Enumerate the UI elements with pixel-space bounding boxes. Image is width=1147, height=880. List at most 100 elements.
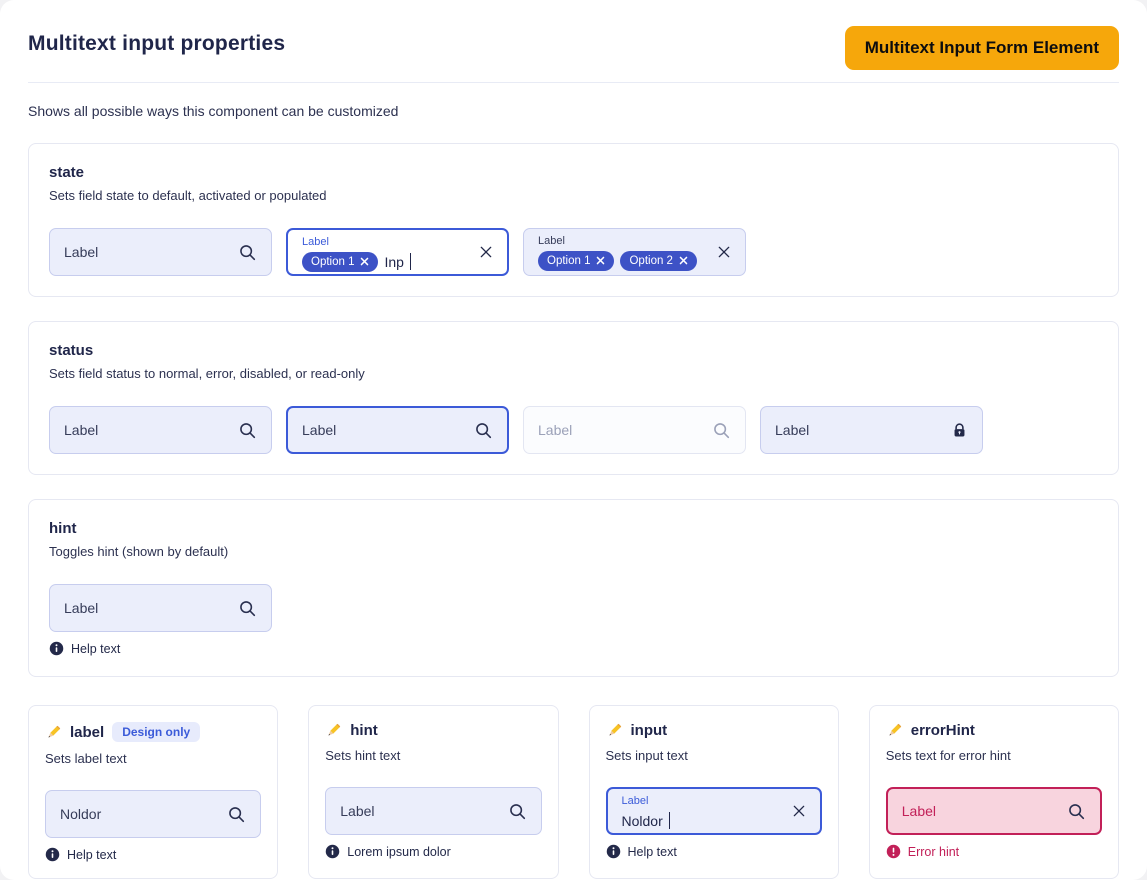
clear-icon[interactable] [478, 244, 494, 260]
info-icon [606, 844, 621, 859]
card-label: label Design only Sets label text Noldor… [28, 705, 278, 879]
field-label: Label [302, 422, 464, 438]
field-with-hint-wrapper: Label Help text [49, 584, 272, 656]
help-text-row: Help text [606, 844, 822, 859]
field-status-readonly: Label [760, 406, 983, 454]
field-state-default[interactable]: Label [49, 228, 272, 276]
card-title: hint [350, 722, 378, 739]
pencil-icon [606, 722, 623, 739]
field-status-focused[interactable]: Label [286, 406, 509, 454]
clear-icon[interactable] [716, 244, 732, 260]
field-card-label[interactable]: Noldor [45, 790, 261, 838]
card-description: Sets input text [606, 748, 822, 763]
field-label: Label [64, 600, 228, 616]
chip-option-1[interactable]: Option 1 [302, 252, 378, 272]
search-icon [238, 243, 257, 262]
field-hint-default[interactable]: Label [49, 584, 272, 632]
help-text-row: Lorem ipsum dolor [325, 844, 541, 859]
field-label: Label [64, 422, 228, 438]
section-status-description: Sets field status to normal, error, disa… [49, 366, 1098, 381]
field-content: Option 1 Inp [302, 251, 463, 272]
card-hint: hint Sets hint text Label Lorem ipsum do… [308, 705, 558, 879]
info-icon [49, 641, 64, 656]
error-hint-text: Error hint [908, 845, 959, 859]
field-label: Label [902, 803, 1057, 819]
chip-remove-icon[interactable] [596, 256, 605, 265]
help-text: Help text [628, 845, 677, 859]
page-title: Multitext input properties [28, 26, 285, 56]
section-hint-fields: Label Help text [49, 584, 1098, 656]
card-title: errorHint [911, 722, 975, 739]
info-icon [45, 847, 60, 862]
pencil-icon [886, 722, 903, 739]
chip-remove-icon[interactable] [360, 257, 369, 266]
card-error-hint-header: errorHint [886, 722, 1102, 739]
field-label: Label [64, 244, 228, 260]
field-label: Label [340, 803, 497, 819]
field-state-populated[interactable]: Label Option 1 Option 2 [523, 228, 746, 276]
section-status-title: status [49, 342, 1098, 359]
card-input-header: input [606, 722, 822, 739]
header-divider [28, 82, 1119, 83]
chip-label: Option 1 [311, 256, 354, 268]
page-header: Multitext input properties Multitext Inp… [28, 26, 1119, 70]
text-caret [410, 253, 412, 270]
chip-option-2[interactable]: Option 2 [620, 251, 696, 271]
pencil-icon [45, 724, 62, 741]
help-text-row: Help text [49, 641, 272, 656]
search-icon [227, 805, 246, 824]
card-label-header: label Design only [45, 722, 261, 742]
card-hint-header: hint [325, 722, 541, 739]
error-hint-row: Error hint [886, 844, 1102, 859]
field-label: Noldor [60, 806, 217, 822]
section-status-fields: Label Label Label Label [49, 406, 1098, 454]
component-tag-button[interactable]: Multitext Input Form Element [845, 26, 1119, 70]
search-icon [1067, 802, 1086, 821]
section-state-title: state [49, 164, 1098, 181]
field-card-hint[interactable]: Label [325, 787, 541, 835]
card-description: Sets hint text [325, 748, 541, 763]
field-label: Label [538, 422, 702, 438]
typed-text: Inp [384, 254, 403, 270]
help-text: Help text [67, 848, 116, 862]
search-icon [238, 599, 257, 618]
error-icon [886, 844, 901, 859]
section-state-description: Sets field state to default, activated o… [49, 188, 1098, 203]
search-icon [474, 421, 493, 440]
field-state-activated[interactable]: Label Option 1 Inp [286, 228, 509, 276]
page-subtitle: Shows all possible ways this component c… [28, 103, 1119, 119]
field-floating-label: Label [302, 236, 463, 249]
card-description: Sets label text [45, 751, 261, 766]
pencil-icon [325, 722, 342, 739]
section-hint: hint Toggles hint (shown by default) Lab… [28, 499, 1119, 677]
field-content: Option 1 Option 2 [538, 250, 701, 271]
field-card-error[interactable]: Label [886, 787, 1102, 835]
chip-label: Option 1 [547, 255, 590, 267]
multitext-properties-page: Multitext input properties Multitext Inp… [0, 0, 1147, 880]
chip-remove-icon[interactable] [679, 256, 688, 265]
chip-option-1[interactable]: Option 1 [538, 251, 614, 271]
typed-text: Noldor [622, 813, 663, 829]
card-title: input [631, 722, 668, 739]
section-hint-title: hint [49, 520, 1098, 537]
field-status-disabled: Label [523, 406, 746, 454]
text-caret [669, 812, 671, 829]
lock-icon [951, 422, 968, 439]
info-icon [325, 844, 340, 859]
card-title: label [70, 724, 104, 741]
section-state: state Sets field state to default, activ… [28, 143, 1119, 297]
field-floating-label: Label [538, 235, 701, 248]
section-hint-description: Toggles hint (shown by default) [49, 544, 1098, 559]
search-icon [508, 802, 527, 821]
field-content: Noldor [622, 810, 776, 831]
clear-icon[interactable] [791, 803, 807, 819]
card-input: input Sets input text Label Noldor Help … [589, 705, 839, 879]
field-card-input[interactable]: Label Noldor [606, 787, 822, 835]
help-text-row: Help text [45, 847, 261, 862]
help-text: Help text [71, 642, 120, 656]
chip-label: Option 2 [629, 255, 672, 267]
section-status: status Sets field status to normal, erro… [28, 321, 1119, 475]
card-error-hint: errorHint Sets text for error hint Label… [869, 705, 1119, 879]
field-status-normal[interactable]: Label [49, 406, 272, 454]
card-description: Sets text for error hint [886, 748, 1102, 763]
